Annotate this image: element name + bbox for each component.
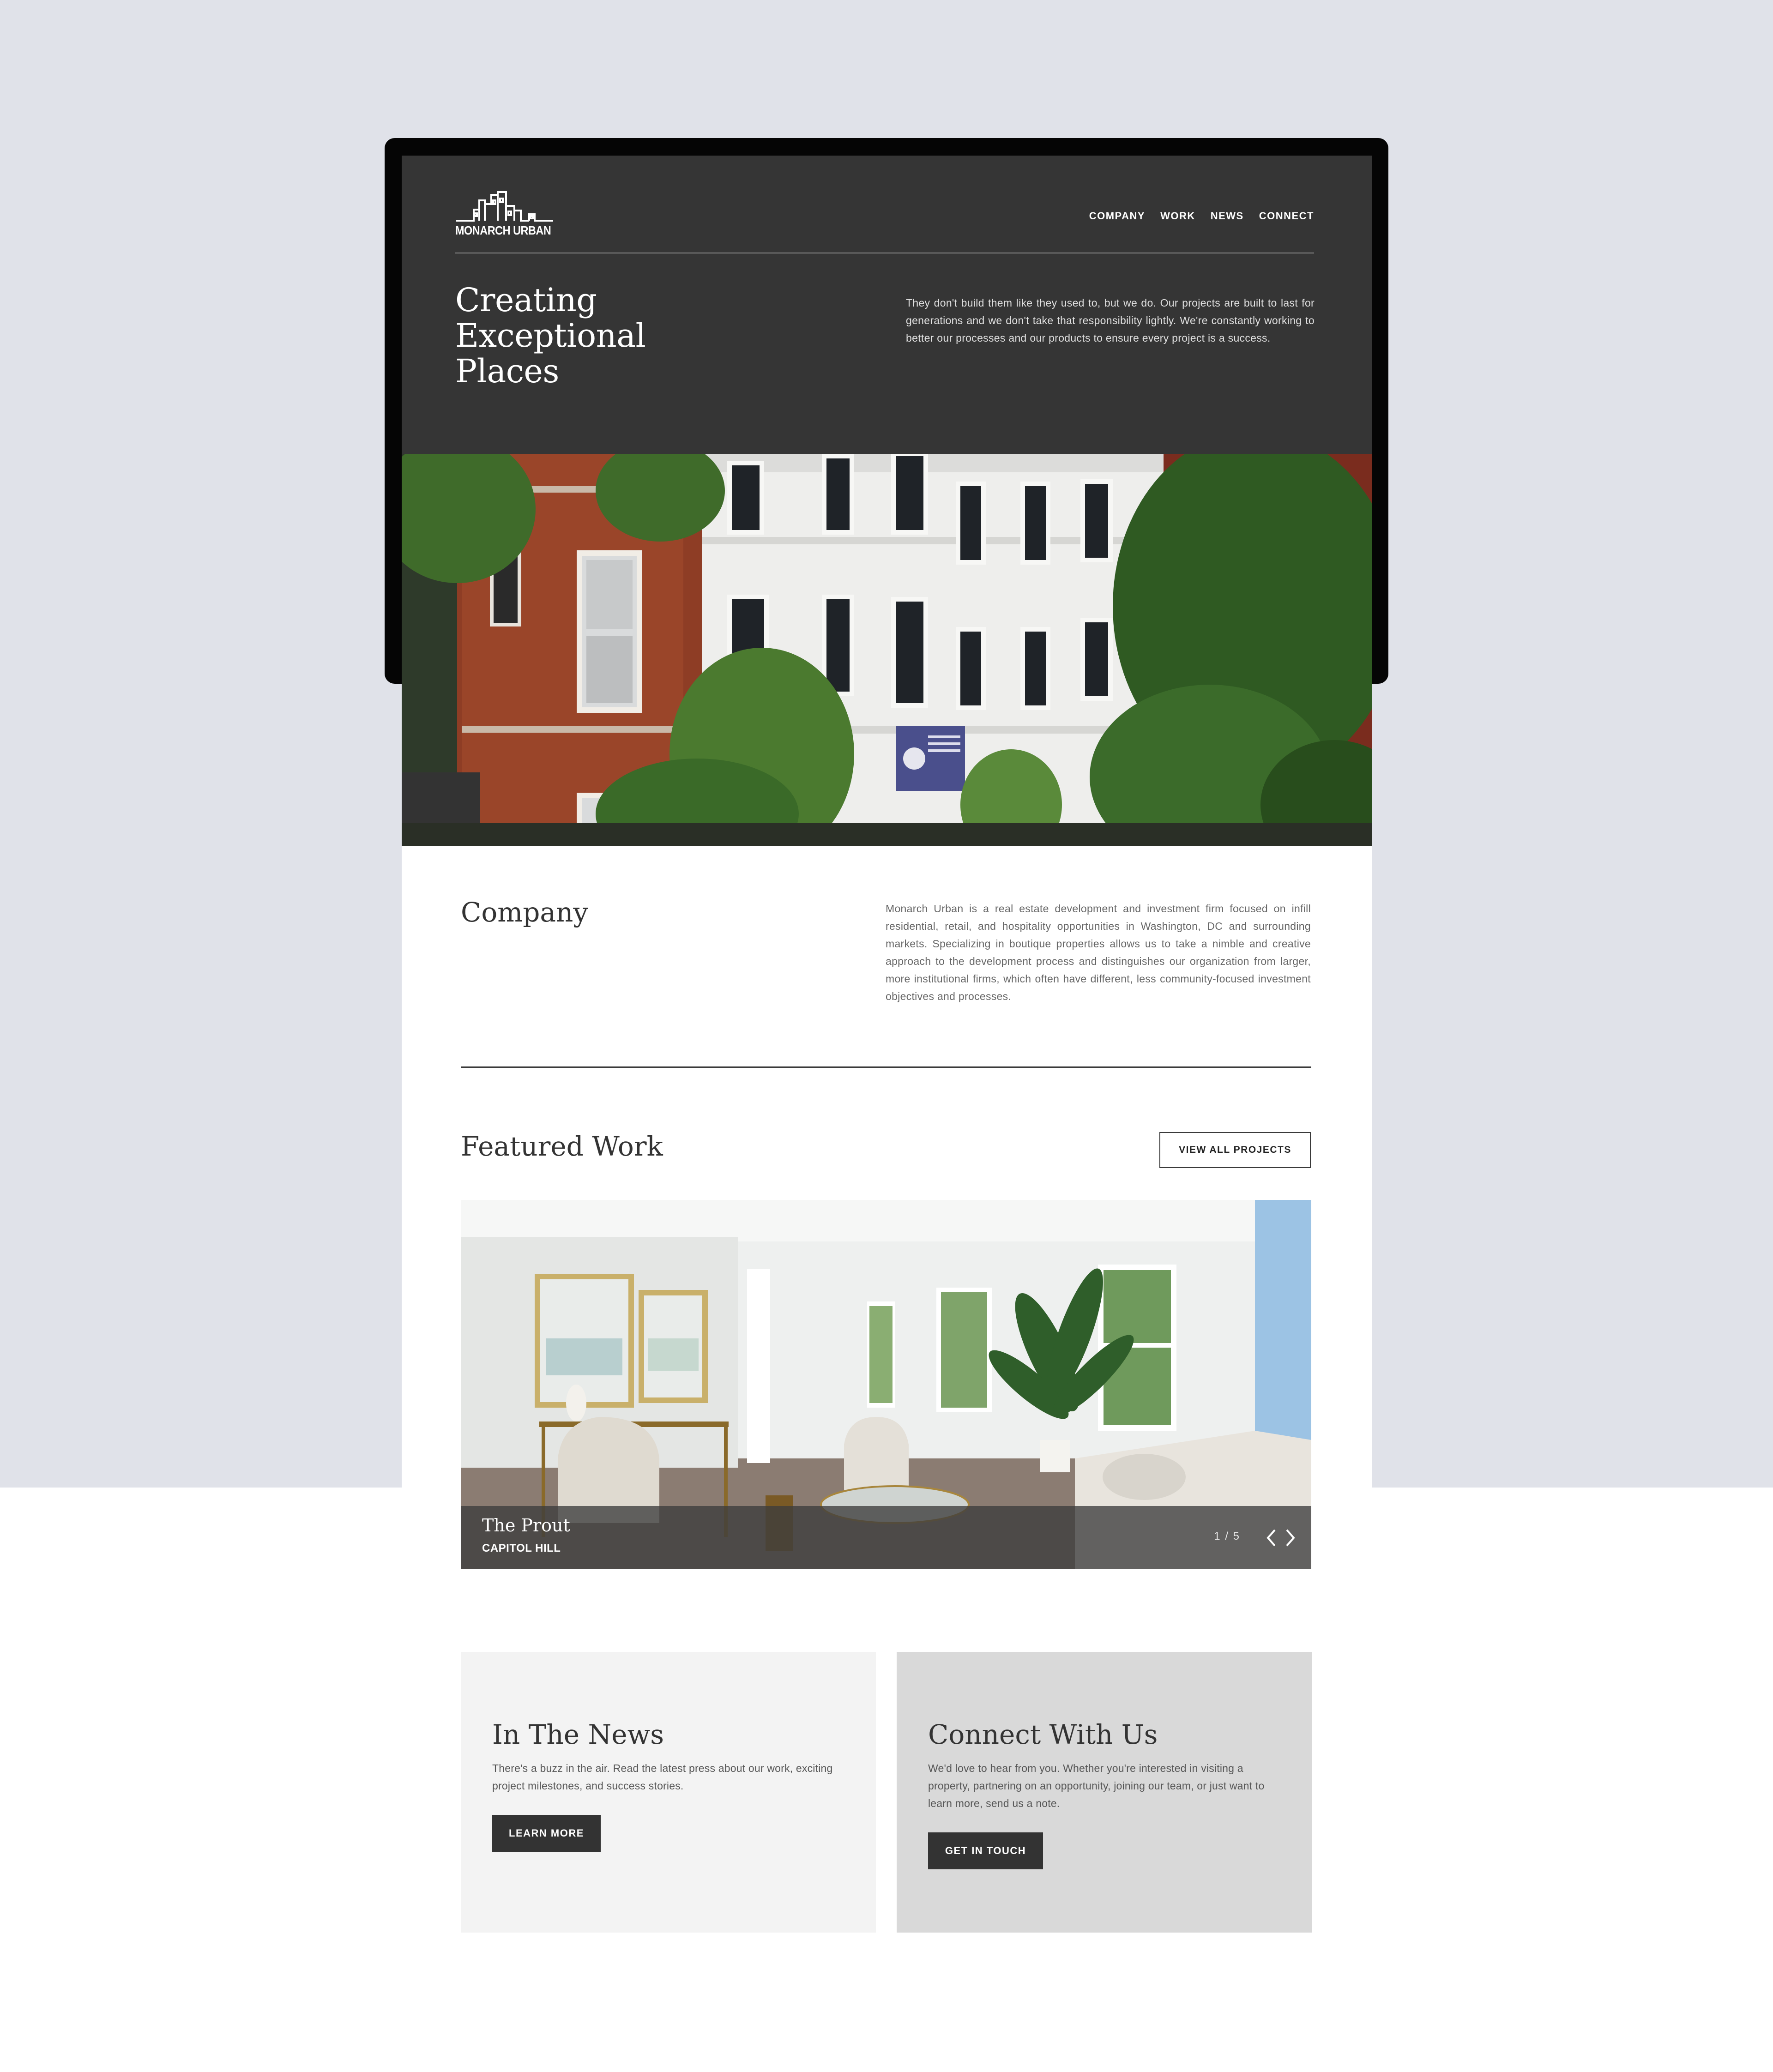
slider-next-button[interactable] bbox=[1281, 1526, 1299, 1549]
connect-card: Connect With Us We'd love to hear from y… bbox=[897, 1652, 1312, 1933]
featured-project-slider: The Prout CAPITOL HILL 1 / 5 bbox=[461, 1200, 1311, 1569]
news-heading: In The News bbox=[492, 1719, 664, 1750]
hero-title-line-1: Creating bbox=[455, 281, 597, 319]
chevron-left-icon bbox=[1266, 1529, 1276, 1547]
chevron-right-icon bbox=[1286, 1529, 1295, 1547]
get-in-touch-button[interactable]: GET IN TOUCH bbox=[928, 1832, 1043, 1869]
section-divider bbox=[461, 1066, 1311, 1068]
nav-item-work[interactable]: WORK bbox=[1160, 210, 1195, 222]
hero-section: MONARCH URBAN COMPANY WORK NEWS CONNECT … bbox=[402, 156, 1372, 454]
rowhouse-photo bbox=[402, 454, 1372, 846]
nav-item-news[interactable]: NEWS bbox=[1211, 210, 1244, 222]
slide-caption-bar: The Prout CAPITOL HILL 1 / 5 bbox=[461, 1506, 1311, 1569]
connect-description: We'd love to hear from you. Whether you'… bbox=[928, 1762, 1265, 1809]
news-card: In The News There's a buzz in the air. R… bbox=[461, 1652, 876, 1933]
news-description: There's a buzz in the air. Read the late… bbox=[492, 1762, 833, 1792]
main-nav: COMPANY WORK NEWS CONNECT bbox=[1089, 210, 1314, 222]
company-heading: Company bbox=[461, 897, 589, 928]
brand-logo[interactable]: MONARCH URBAN bbox=[455, 190, 554, 240]
slider-prev-button[interactable] bbox=[1262, 1526, 1281, 1549]
company-description: Monarch Urban is a real estate developme… bbox=[886, 903, 1311, 1002]
hero-description: They don't build them like they used to,… bbox=[906, 297, 1315, 344]
hero-title-line-2: Exceptional bbox=[455, 317, 646, 355]
slide-counter: 1 / 5 bbox=[1214, 1530, 1240, 1542]
featured-work-heading: Featured Work bbox=[461, 1131, 663, 1162]
view-all-projects-button[interactable]: VIEW ALL PROJECTS bbox=[1159, 1132, 1311, 1168]
project-location: CAPITOL HILL bbox=[482, 1542, 561, 1554]
learn-more-button[interactable]: LEARN MORE bbox=[492, 1815, 601, 1852]
hero-title: Creating Exceptional Places bbox=[455, 283, 778, 389]
connect-heading: Connect With Us bbox=[928, 1719, 1158, 1750]
website-page: MONARCH URBAN COMPANY WORK NEWS CONNECT … bbox=[402, 156, 1372, 1956]
nav-item-connect[interactable]: CONNECT bbox=[1259, 210, 1314, 222]
monarch-urban-logo-icon bbox=[456, 191, 553, 222]
logo-wordmark: MONARCH URBAN bbox=[455, 223, 551, 237]
nav-item-company[interactable]: COMPANY bbox=[1089, 210, 1145, 222]
project-name: The Prout bbox=[482, 1515, 570, 1536]
hero-title-line-3: Places bbox=[455, 352, 559, 390]
